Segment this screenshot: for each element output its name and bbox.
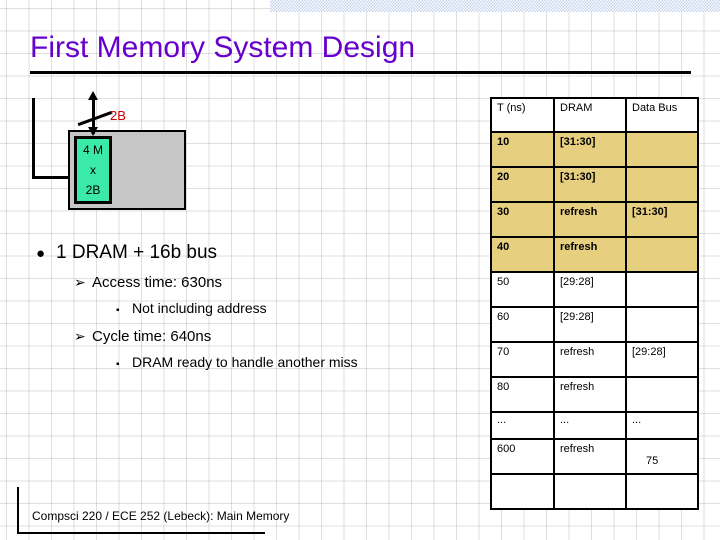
table-row	[490, 473, 699, 510]
array-line-capacity: 4 M	[82, 143, 103, 157]
dram-array-block: 4 M x 2B	[74, 136, 112, 204]
table-row: 70 refresh [29:28]	[490, 341, 699, 378]
table-row: 80 refresh	[490, 376, 699, 413]
bullet-marker-icon: ▪	[116, 359, 120, 370]
address-path-vertical	[32, 98, 35, 179]
footer-text: Compsci 220 / ECE 252 (Lebeck): Main Mem…	[32, 509, 290, 523]
cell-time: 60	[490, 306, 555, 343]
cell-data-bus	[625, 306, 699, 343]
table-row: 40 refresh	[490, 236, 699, 273]
table-row: 50 [29:28]	[490, 271, 699, 308]
cell-dram: refresh	[553, 438, 627, 475]
cell-dram: [31:30]	[553, 131, 627, 168]
cell-data-bus: ...	[625, 411, 699, 440]
cell-dram: [29:28]	[553, 271, 627, 308]
cell-time: ...	[490, 411, 555, 440]
cell-time: 40	[490, 236, 555, 273]
table-row: 60 [29:28]	[490, 306, 699, 343]
bus-width-label: 2B	[110, 108, 126, 123]
table-header-row: T (ns) DRAM Data Bus	[490, 97, 699, 133]
bullet-item: ➢ Access time: 630ns	[74, 269, 460, 296]
table-body: T (ns) DRAM Data Bus 10 [31:30] 20 [31:30] 3…	[490, 97, 699, 510]
array-line-width: 2B	[85, 183, 101, 197]
bullet-text: Not including address	[132, 300, 267, 316]
column-header-time: T (ns)	[490, 97, 555, 133]
array-line-times: x	[90, 163, 96, 177]
memory-system-diagram: 2B 4 M x 2B	[0, 90, 250, 230]
bullet-text: Cycle time: 640ns	[92, 328, 212, 345]
bullet-item: ▪ DRAM ready to handle another miss	[116, 350, 460, 377]
slide-canvas: First Memory System Design 2B 4 M x 2B ●…	[0, 0, 720, 540]
cell-time: 50	[490, 271, 555, 308]
cell-dram: ...	[553, 411, 627, 440]
column-header-data-bus: Data Bus	[625, 97, 699, 133]
bullet-marker-icon: ●	[36, 245, 46, 262]
cell-time: 30	[490, 201, 555, 238]
table-row: .........	[490, 411, 699, 440]
cell-value: 75	[646, 455, 659, 467]
address-path-horizontal	[32, 176, 72, 179]
table-row: 20 [31:30]	[490, 166, 699, 203]
column-header-dram: DRAM	[553, 97, 627, 133]
bullet-item: ● 1 DRAM + 16b bus	[36, 238, 460, 269]
cell-dram: refresh	[553, 376, 627, 413]
cell-data-bus	[625, 376, 699, 413]
bullet-item: ➢ Cycle time: 640ns	[74, 323, 460, 350]
bus-arrowhead-down-icon	[88, 127, 98, 136]
title-divider	[30, 71, 691, 74]
bus-width-slash-icon	[77, 110, 113, 127]
bullet-list: ● 1 DRAM + 16b bus ➢ Access time: 630ns …	[30, 238, 460, 377]
bullet-marker-icon: ➢	[74, 274, 86, 290]
cell-data-bus: [29:28]	[625, 341, 699, 378]
cell-time: 80	[490, 376, 555, 413]
cell-data-bus	[625, 166, 699, 203]
cell-dram: refresh	[553, 201, 627, 238]
bullet-text: DRAM ready to handle another miss	[132, 354, 358, 370]
dram-timing-table: T (ns) DRAM Data Bus 10 [31:30] 20 [31:30] 3…	[490, 97, 699, 510]
cell-data-bus	[625, 473, 699, 510]
bullet-marker-icon: ➢	[74, 328, 86, 344]
cell-time: 10	[490, 131, 555, 168]
table-row: 10 [31:30]	[490, 131, 699, 168]
cell-data-bus	[625, 236, 699, 273]
cell-dram: refresh	[553, 236, 627, 273]
cell-time: 70	[490, 341, 555, 378]
cell-data-bus	[625, 271, 699, 308]
page-title: First Memory System Design	[30, 31, 416, 64]
bullet-item: ▪ Not including address	[116, 296, 460, 323]
footer-bracket-horizontal	[17, 532, 265, 534]
cell-time: 20	[490, 166, 555, 203]
footer-bracket-vertical	[17, 487, 19, 534]
table-row: 600 refresh 75	[490, 438, 699, 475]
cell-dram: [29:28]	[553, 306, 627, 343]
bullet-text: 1 DRAM + 16b bus	[56, 242, 218, 263]
cell-time	[490, 473, 555, 510]
cell-dram: [31:30]	[553, 166, 627, 203]
cell-data-bus: 75	[625, 438, 699, 475]
cell-data-bus	[625, 131, 699, 168]
bullet-marker-icon: ▪	[116, 305, 120, 316]
table-row: 30 refresh [31:30]	[490, 201, 699, 238]
cell-data-bus: [31:30]	[625, 201, 699, 238]
cell-dram	[553, 473, 627, 510]
bullet-text: Access time: 630ns	[92, 274, 223, 291]
cell-dram: refresh	[553, 341, 627, 378]
cell-time: 600	[490, 438, 555, 475]
top-decorative-band	[270, 0, 720, 12]
